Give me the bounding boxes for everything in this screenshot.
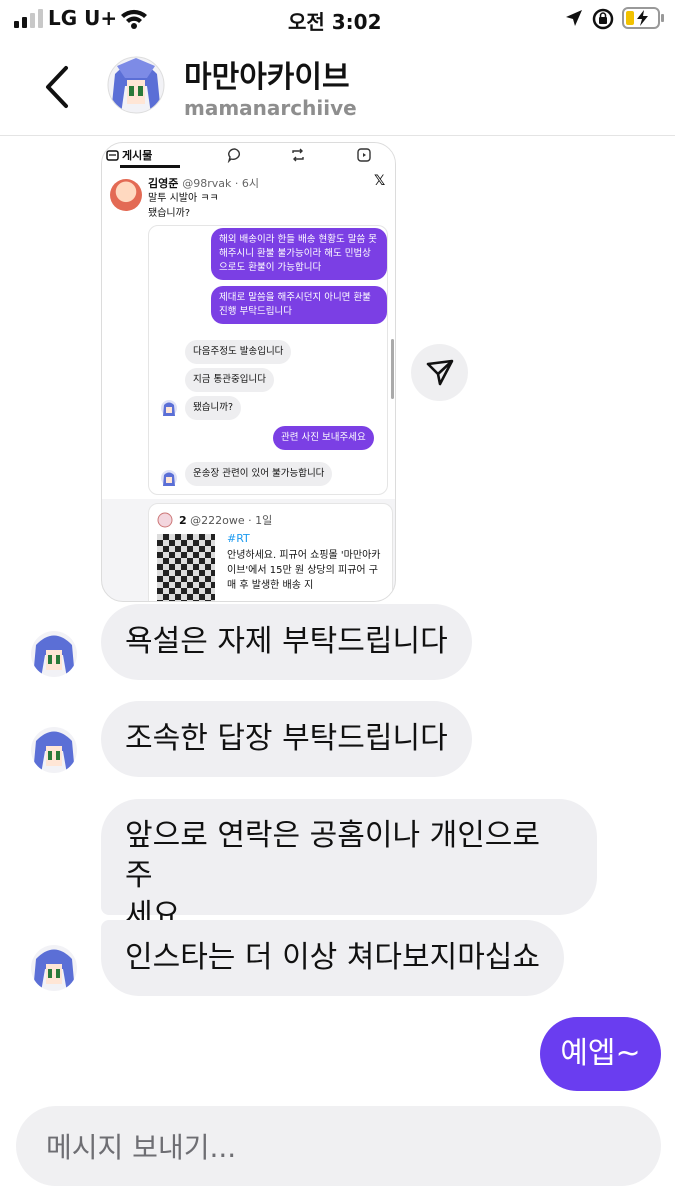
message-bubble[interactable]: 앞으로 연락은 공홈이나 개인으로 주 세요 (101, 799, 597, 933)
tweet-text: 말투 시발아 ㅋㅋ 됐습니까? (148, 193, 219, 219)
x-logo-icon: 𝕏 (374, 173, 386, 189)
quote-thumbnail (157, 534, 215, 601)
embedded-message: 지금 통관중입니다 (185, 368, 274, 392)
embedded-scrollbar (391, 339, 394, 399)
tweet-author: 김영준 @98rvak · 6시 (148, 177, 259, 190)
wifi-icon (121, 9, 147, 29)
avatar (161, 400, 177, 416)
embedded-message: 다음주정도 발송입니다 (185, 340, 292, 364)
quote-text: 안녕하세요. 피규어 쇼핑몰 '마만아카이브'에서 15만 원 상당의 피규어 … (227, 550, 381, 591)
avatar[interactable] (30, 944, 78, 992)
embedded-tweet: 김영준 @98rvak · 6시 𝕏 말투 시발아 ㅋㅋ 됐습니까? 해외 배송… (102, 169, 395, 499)
message-bubble[interactable]: 인스타는 더 이상 쳐다보지마십쇼 (101, 920, 565, 996)
reels-icon (357, 148, 371, 162)
tab-posts: 게시물 (122, 149, 153, 162)
tweet-handle: @98rvak · 6시 (182, 177, 259, 190)
message-bubble-sent[interactable]: 예엡~ (540, 1017, 661, 1091)
location-arrow-icon (566, 10, 582, 26)
signal-icon (14, 9, 43, 28)
embedded-message: 해외 배송이라 한들 배송 현황도 말씀 못 해주시니 환불 불가능이라 해도 … (211, 228, 387, 280)
message-input-placeholder: 메시지 보내기... (46, 1131, 237, 1164)
embedded-message: 제대로 말씀을 해주시던지 아니면 환불 진행 부탁드립니다 (211, 286, 387, 324)
message-bubble[interactable]: 욕설은 자제 부탁드립니다 (101, 604, 472, 680)
clock: 오전 3:02 (288, 10, 382, 34)
battery-icon (622, 7, 664, 29)
avatar[interactable] (30, 726, 78, 774)
username-label: mamanarchiive (184, 96, 357, 120)
quote-author-avatar (157, 512, 173, 528)
carrier-label: LG U+ (48, 6, 118, 30)
embedded-chat: 해외 배송이라 한들 배송 현황도 말씀 못 해주시니 환불 불가능이라 해도 … (148, 225, 388, 495)
tweet-author-avatar (110, 179, 142, 211)
rotation-lock-icon (592, 8, 614, 30)
quote-author: 2 @222owe · 1일 (179, 514, 273, 527)
send-icon (426, 359, 454, 386)
repost-icon (292, 148, 304, 162)
post-tabs: 게시물 (102, 143, 395, 169)
message-line: 앞으로 연락은 공홈이나 개인으로 주 (125, 818, 541, 893)
tab-underline (120, 165, 180, 168)
comment-icon (227, 148, 241, 163)
message-bubble[interactable]: 조속한 답장 부탁드립니다 (101, 701, 472, 777)
grid-icon (106, 150, 119, 161)
status-bar: LG U+ 오전 3:02 (0, 0, 675, 40)
chat-header: 마만아카이브 mamanarchiive (0, 40, 675, 136)
shared-post-screenshot[interactable]: 게시물 김영준 @98rvak · 6시 𝕏 말투 시발아 ㅋㅋ 됐습니까? 해… (101, 142, 396, 602)
avatar (161, 470, 177, 486)
quoted-tweet: 2 @222owe · 1일 #RT 안녕하세요. 피규어 쇼핑몰 '마만아카이… (148, 503, 393, 601)
message-input[interactable]: 메시지 보내기... (16, 1106, 661, 1186)
page-title[interactable]: 마만아카이브 (184, 52, 350, 96)
embedded-message: 관련 사진 보내주세요 (273, 426, 374, 450)
avatar[interactable] (30, 630, 78, 678)
avatar[interactable] (107, 56, 165, 114)
share-button[interactable] (411, 344, 468, 401)
back-button[interactable] (38, 62, 78, 112)
embedded-message: 됐습니까? (185, 396, 242, 420)
embedded-message: 운송장 관련이 있어 불가능합니다 (185, 462, 333, 486)
quote-hashtag: #RT (227, 532, 250, 545)
